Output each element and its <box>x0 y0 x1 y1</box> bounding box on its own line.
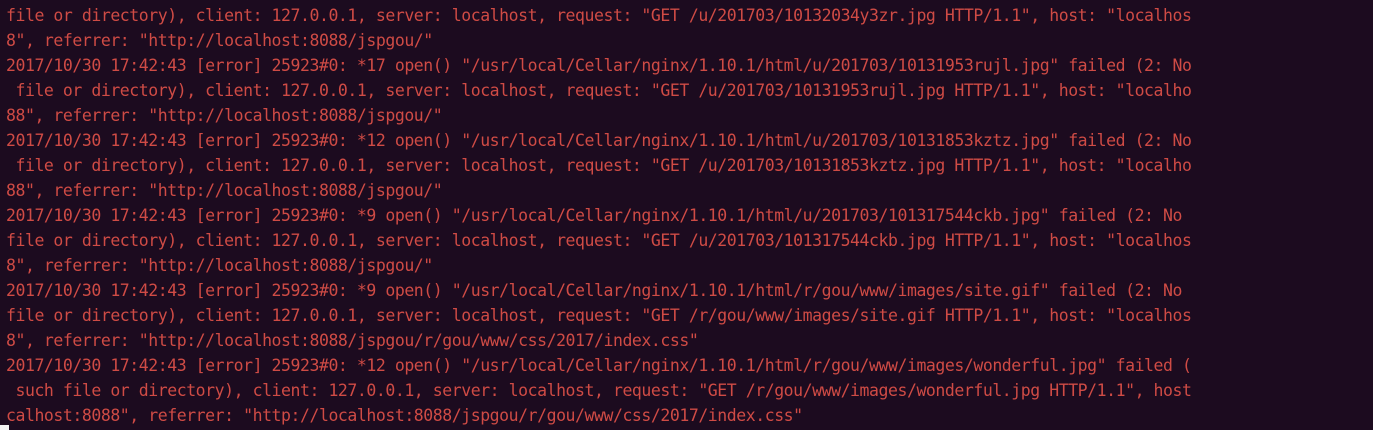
log-line: 8", referrer: "http://localhost:8088/jsp… <box>6 331 699 350</box>
terminal-output: file or directory), client: 127.0.0.1, s… <box>6 3 1192 428</box>
log-line: file or directory), client: 127.0.0.1, s… <box>6 81 1192 100</box>
log-line: 2017/10/30 17:42:43 [error] 25923#0: *12… <box>6 131 1192 150</box>
log-line: 2017/10/30 17:42:43 [error] 25923#0: *9 … <box>6 206 1182 225</box>
terminal-cursor <box>0 425 9 430</box>
log-line: 2017/10/30 17:42:43 [error] 25923#0: *12… <box>6 356 1192 375</box>
log-line: such file or directory), client: 127.0.0… <box>6 381 1192 400</box>
log-line: 2017/10/30 17:42:43 [error] 25923#0: *9 … <box>6 281 1182 300</box>
log-line: file or directory), client: 127.0.0.1, s… <box>6 231 1192 250</box>
log-line: 88", referrer: "http://localhost:8088/js… <box>6 106 443 125</box>
log-line: file or directory), client: 127.0.0.1, s… <box>6 156 1192 175</box>
log-line: calhost:8088", referrer: "http://localho… <box>6 406 803 425</box>
log-line: 88", referrer: "http://localhost:8088/js… <box>6 181 443 200</box>
log-line: file or directory), client: 127.0.0.1, s… <box>6 6 1192 25</box>
log-line: file or directory), client: 127.0.0.1, s… <box>6 306 1192 325</box>
log-line: 2017/10/30 17:42:43 [error] 25923#0: *17… <box>6 56 1192 75</box>
log-line: 8", referrer: "http://localhost:8088/jsp… <box>6 256 433 275</box>
terminal-window[interactable]: file or directory), client: 127.0.0.1, s… <box>0 0 1373 430</box>
log-line: 8", referrer: "http://localhost:8088/jsp… <box>6 31 433 50</box>
